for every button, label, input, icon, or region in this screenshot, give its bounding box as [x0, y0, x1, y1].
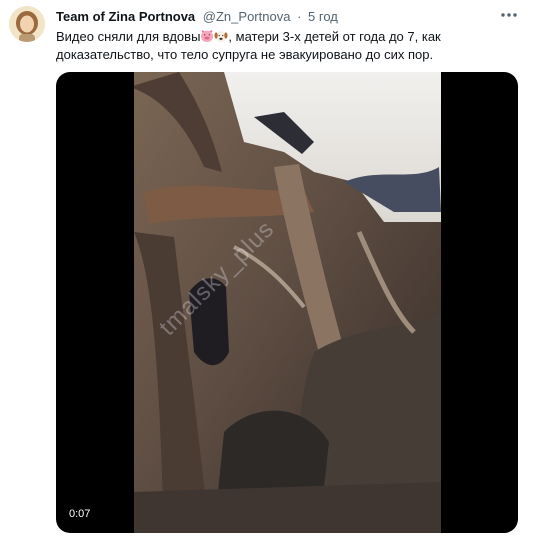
video-frame[interactable]: tmalsky_plus — [129, 72, 441, 533]
display-name[interactable]: Team of Zina Portnova — [56, 9, 195, 24]
timestamp[interactable]: 5 год — [308, 9, 338, 24]
avatar-image — [9, 6, 45, 42]
separator: · — [297, 9, 302, 24]
avatar[interactable] — [9, 6, 45, 42]
video-player[interactable]: tmalsky_plus 0:07 — [56, 72, 518, 533]
tweet-header: Team of Zina Portnova @Zn_Portnova · 5 г… — [56, 8, 493, 26]
tweet-text: Видео сняли для вдовы , матери 3-х детей… — [56, 28, 511, 64]
handle[interactable]: @Zn_Portnova — [203, 9, 291, 24]
tweet-text-part1: Видео сняли для вдовы — [56, 29, 201, 44]
video-duration-badge: 0:07 — [64, 505, 96, 523]
dog-face-emoji-icon — [214, 29, 228, 43]
more-icon[interactable] — [499, 7, 519, 23]
pig-face-emoji-icon — [200, 29, 214, 43]
tweet: Team of Zina Portnova @Zn_Portnova · 5 г… — [0, 0, 533, 540]
